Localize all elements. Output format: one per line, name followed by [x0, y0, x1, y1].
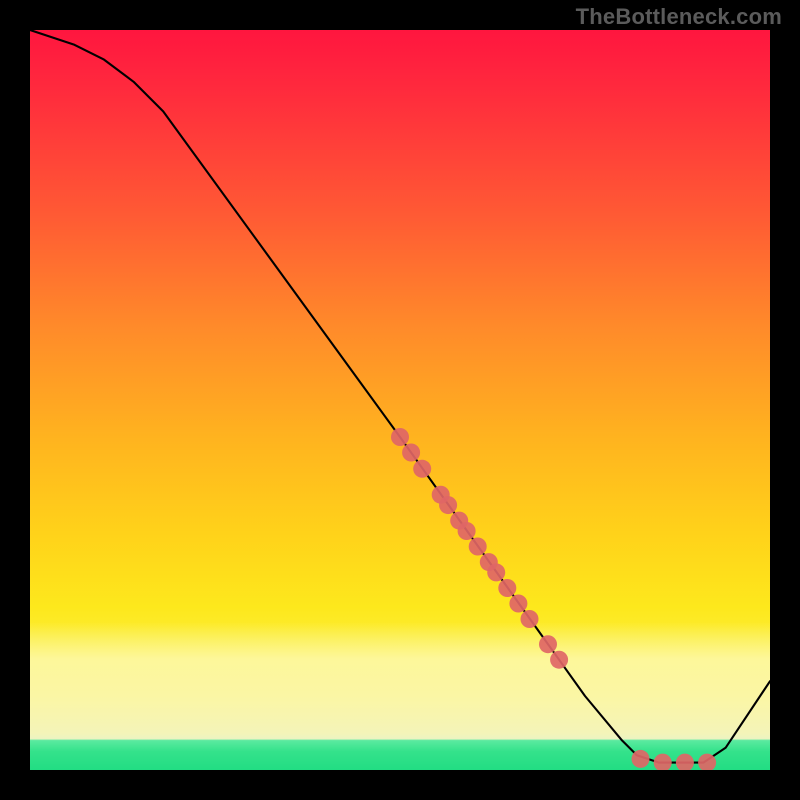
data-point: [402, 444, 420, 462]
chart-container: TheBottleneck.com: [0, 0, 800, 800]
data-point: [539, 635, 557, 653]
data-point: [413, 460, 431, 478]
data-point: [458, 522, 476, 540]
data-point: [439, 496, 457, 514]
data-point: [521, 610, 539, 628]
data-point: [391, 428, 409, 446]
watermark-text: TheBottleneck.com: [576, 4, 782, 30]
data-point: [469, 538, 487, 556]
data-point: [509, 595, 527, 613]
data-point: [550, 651, 568, 669]
data-point: [487, 563, 505, 581]
plot-area: [30, 30, 770, 770]
data-point: [698, 754, 716, 770]
data-point: [676, 754, 694, 770]
data-point: [498, 579, 516, 597]
data-point: [654, 754, 672, 770]
data-point: [632, 750, 650, 768]
data-points-layer: [30, 30, 770, 770]
